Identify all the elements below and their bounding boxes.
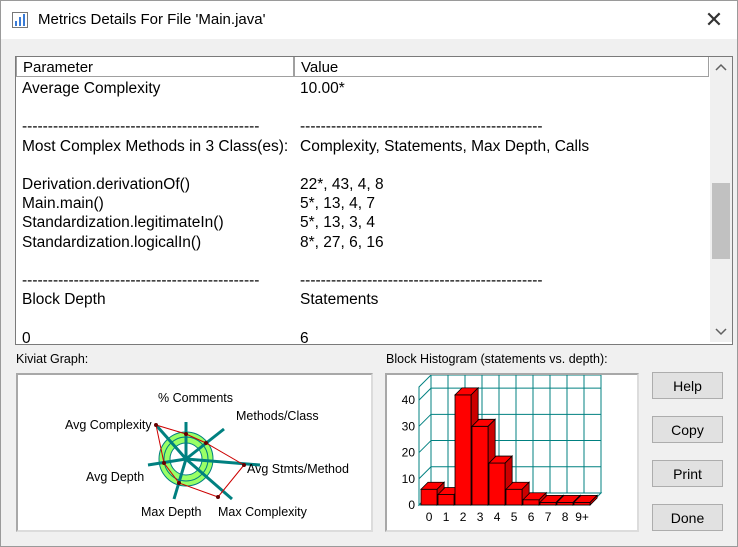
metrics-table[interactable]: Parameter Value Average Complexity 10.00*… <box>15 56 733 345</box>
kiviat-axis-label: Avg Complexity <box>65 418 152 432</box>
value-cell: 5*, 13, 3, 4 <box>300 214 375 232</box>
parameter-cell: Most Complex Methods in 3 Class(es): <box>22 137 289 155</box>
vertical-scrollbar[interactable] <box>710 57 732 342</box>
kiviat-axis-label: Avg Stmts/Method <box>247 462 349 476</box>
x-tick-label: 1 <box>443 510 450 524</box>
parameter-cell: 0 <box>22 329 31 345</box>
app-icon <box>12 12 28 28</box>
kiviat-axis-label: % Comments <box>158 391 233 405</box>
x-tick-label: 2 <box>460 510 467 524</box>
parameter-cell: ----------------------------------------… <box>22 272 260 289</box>
table-header: Parameter Value <box>16 57 709 79</box>
value-cell: 8*, 27, 6, 16 <box>300 233 384 251</box>
kiviat-graph: % Comments Methods/Class Avg Stmts/Metho… <box>65 391 349 519</box>
parameter-cell: Block Depth <box>22 291 106 309</box>
y-tick-label: 0 <box>408 498 415 512</box>
column-header-parameter[interactable]: Parameter <box>16 57 294 77</box>
metrics-details-window: Metrics Details For File 'Main.java' ✕ P… <box>0 0 738 547</box>
x-tick-label: 7 <box>545 510 552 524</box>
scrollbar-thumb[interactable] <box>712 183 730 259</box>
scroll-down-icon[interactable] <box>710 322 732 342</box>
kiviat-axis-label: Methods/Class <box>236 409 319 423</box>
y-tick-label: 40 <box>402 393 416 407</box>
value-cell: 5*, 13, 4, 7 <box>300 195 375 213</box>
x-tick-label: 5 <box>511 510 518 524</box>
block-histogram-panel: 0 10 20 30 40 0 1 2 3 4 5 6 7 8 9+ <box>385 373 639 532</box>
x-tick-label: 3 <box>477 510 484 524</box>
parameter-cell: Derivation.derivationOf() <box>22 176 190 193</box>
help-button[interactable]: Help <box>652 372 723 399</box>
y-tick-label: 30 <box>402 419 416 433</box>
block-histogram: 0102030400 1 2 3 4 5 6 7 8 9+ <box>402 373 603 524</box>
kiviat-axis-label: Max Complexity <box>218 505 308 519</box>
value-cell: ----------------------------------------… <box>300 272 543 289</box>
y-tick-label: 10 <box>402 472 416 486</box>
kiviat-axis-label: Max Depth <box>141 505 201 519</box>
x-tick-label: 9+ <box>575 510 589 524</box>
x-tick-label: 0 <box>426 510 433 524</box>
parameter-cell: ----------------------------------------… <box>22 118 260 136</box>
histogram-label: Block Histogram (statements vs. depth): <box>386 352 608 366</box>
scroll-up-icon[interactable] <box>710 57 732 77</box>
parameter-cell: Standardization.legitimateIn() <box>22 214 224 232</box>
value-cell: 10.00* <box>300 80 345 97</box>
title-bar: Metrics Details For File 'Main.java' ✕ <box>1 1 737 39</box>
value-cell: 6 <box>300 329 309 345</box>
parameter-cell: Main.main() <box>22 195 104 213</box>
y-tick-label: 20 <box>402 446 416 460</box>
x-tick-label: 6 <box>528 510 535 524</box>
copy-button[interactable]: Copy <box>652 416 723 443</box>
close-icon[interactable]: ✕ <box>699 6 729 34</box>
x-tick-label: 8 <box>562 510 569 524</box>
value-cell: Statements <box>300 291 379 309</box>
value-cell: Complexity, Statements, Max Depth, Calls <box>300 137 590 155</box>
value-cell: 22*, 43, 4, 8 <box>300 176 384 193</box>
parameter-cell: Average Complexity <box>22 80 161 97</box>
value-cell: ----------------------------------------… <box>300 118 543 136</box>
kiviat-graph-panel: % Comments Methods/Class Avg Stmts/Metho… <box>16 373 373 532</box>
x-tick-label: 4 <box>494 510 501 524</box>
parameter-cell: Standardization.logicalIn() <box>22 233 202 251</box>
kiviat-axis-label: Avg Depth <box>86 470 144 484</box>
window-title: Metrics Details For File 'Main.java' <box>38 11 266 28</box>
column-header-value[interactable]: Value <box>294 57 709 77</box>
print-button[interactable]: Print <box>652 460 723 487</box>
kiviat-label: Kiviat Graph: <box>16 352 89 366</box>
done-button[interactable]: Done <box>652 504 723 531</box>
